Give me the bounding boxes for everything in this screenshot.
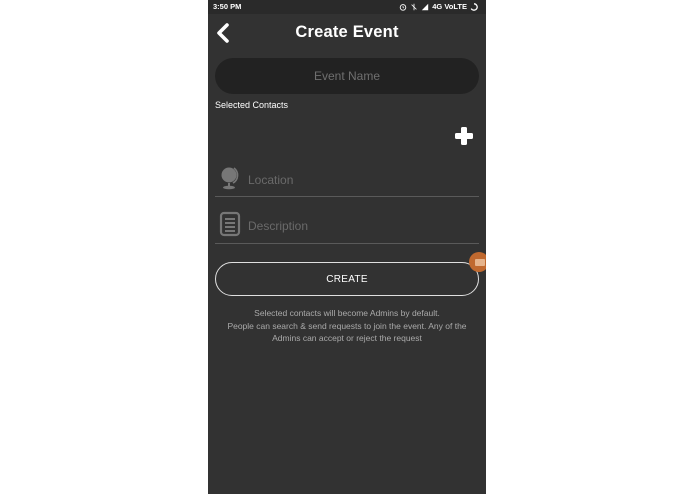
- add-contact-button[interactable]: [453, 125, 475, 147]
- location-input[interactable]: [248, 171, 468, 189]
- info-line-1: Selected contacts will become Admins by …: [254, 308, 440, 318]
- description-input[interactable]: [248, 217, 468, 235]
- header: Create Event: [208, 20, 486, 48]
- alarm-icon: [400, 4, 407, 11]
- status-icons: 4G VoLTE: [399, 0, 478, 14]
- selected-contacts-label: Selected Contacts: [215, 100, 289, 110]
- page-title: Create Event: [295, 23, 399, 41]
- vibrate-icon: [411, 3, 417, 11]
- info-text: Selected contacts will become Admins by …: [208, 307, 486, 345]
- description-field: [215, 208, 479, 244]
- network-label: 4G VoLTE: [432, 2, 467, 11]
- app-screen: 3:50 PM 4G VoLTE Create Event Selected C…: [208, 0, 486, 494]
- create-button[interactable]: CREATE: [215, 262, 479, 296]
- signal-icon: [422, 3, 429, 11]
- status-bar: 3:50 PM 4G VoLTE: [208, 0, 486, 14]
- plus-icon: [455, 127, 473, 145]
- info-line-2: People can search & send requests to joi…: [227, 320, 467, 331]
- location-field: [215, 162, 479, 197]
- battery-icon: [470, 3, 478, 11]
- document-icon: [219, 211, 241, 237]
- globe-icon: [221, 167, 239, 190]
- folder-icon: [475, 259, 485, 266]
- info-line-3: Admins can accept or reject the request: [272, 333, 422, 343]
- event-name-input[interactable]: [215, 58, 479, 94]
- floating-action-button[interactable]: [469, 252, 486, 272]
- status-time: 3:50 PM: [213, 2, 242, 11]
